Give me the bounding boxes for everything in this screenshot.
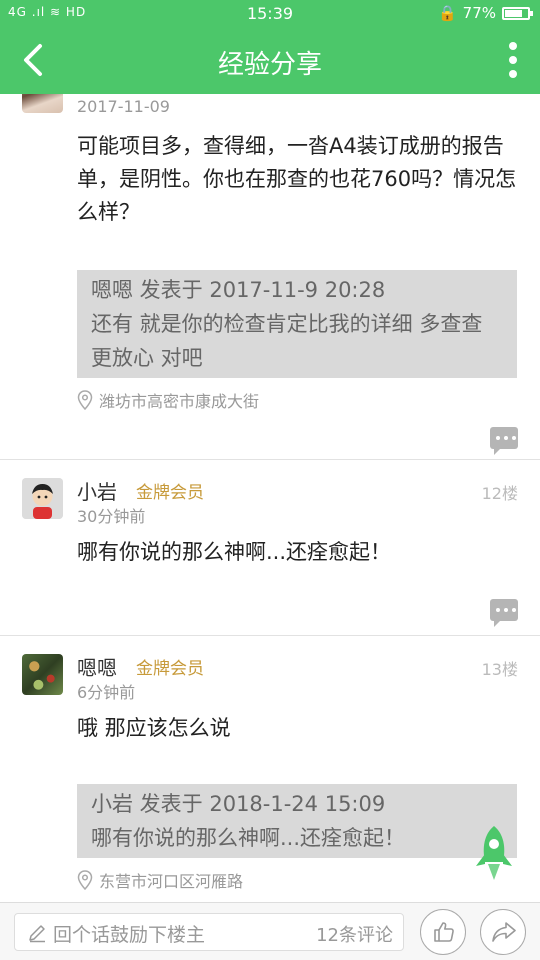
quote-header: 嗯嗯 发表于 2017-11-9 20:28: [91, 278, 386, 302]
quoted-reply: 嗯嗯 发表于 2017-11-9 20:28 还有 就是你的检查肯定比我的详细 …: [77, 270, 517, 378]
status-right: 🔒 77%: [437, 4, 533, 22]
member-badge: 金牌会员: [136, 483, 204, 503]
comment-text: 哪有你说的那么神啊...还痊愈起！: [77, 540, 392, 564]
commenter-name[interactable]: 嗯嗯: [77, 652, 117, 681]
status-bar: 4G .ıl ≋ HD 15:39 🔒 77%: [0, 0, 540, 28]
avatar[interactable]: [22, 654, 63, 695]
quote-text: 哪有你说的那么神啊...还痊愈起！: [91, 826, 406, 850]
pencil-icon: [29, 925, 45, 943]
quote-text: 还有 就是你的检查肯定比我的详细 多查查更放心 对吧: [91, 312, 483, 370]
comment-time: 2017-11-09: [77, 97, 170, 116]
reply-comment-icon[interactable]: [490, 599, 518, 627]
location-text: 东营市河口区河雁路: [99, 872, 244, 891]
thumbs-up-icon: [434, 922, 454, 942]
location-pin-icon: [77, 870, 93, 890]
avatar[interactable]: [22, 478, 63, 519]
comment-text: 哦 那应该怎么说: [77, 716, 231, 740]
quoted-reply: 小岩 发表于 2018-1-24 15:09 哪有你说的那么神啊...还痊愈起！: [77, 784, 517, 858]
avatar[interactable]: [22, 94, 63, 113]
nav-bar: 经验分享: [0, 28, 540, 94]
like-button[interactable]: [420, 909, 466, 955]
divider: [0, 459, 540, 460]
floor-number: 13楼: [481, 660, 518, 679]
battery-fill: [505, 9, 522, 17]
comment-text: 可能项目多，查得细，一沓A4装订成册的报告单，是阴性。你也在那查的也花760吗？…: [77, 134, 517, 224]
bottom-bar: 回个话鼓励下楼主 12条评论: [0, 902, 540, 960]
battery-percent: 77%: [462, 4, 496, 22]
comment-input[interactable]: 回个话鼓励下楼主 12条评论: [14, 913, 404, 951]
location-text: 潍坊市高密市康成大街: [99, 392, 260, 411]
share-button[interactable]: [480, 909, 526, 955]
lock-icon: 🔒: [437, 4, 457, 22]
comment-input-placeholder: 回个话鼓励下楼主: [53, 924, 206, 946]
more-options-icon[interactable]: [506, 42, 520, 82]
location-pin-icon: [77, 390, 93, 410]
comment-time: 6分钟前: [77, 683, 136, 702]
page-title: 经验分享: [217, 50, 322, 80]
comment-list[interactable]: 2017-11-09 可能项目多，查得细，一沓A4装订成册的报告单，是阴性。你也…: [0, 94, 540, 902]
comment-time: 30分钟前: [77, 507, 146, 526]
quote-header: 小岩 发表于 2018-1-24 15:09: [91, 792, 386, 816]
comment-count[interactable]: 12条评论: [316, 921, 393, 947]
floor-number: 12楼: [481, 484, 518, 503]
divider: [0, 635, 540, 636]
back-to-top-rocket-icon[interactable]: [470, 824, 518, 884]
share-icon: [492, 922, 516, 942]
member-badge: 金牌会员: [136, 659, 204, 679]
reply-comment-icon[interactable]: [490, 427, 518, 455]
location: 潍坊市高密市康成大街: [77, 388, 259, 412]
location: 东营市河口区河雁路: [77, 868, 243, 892]
commenter-name[interactable]: 小岩: [77, 476, 117, 505]
battery-icon: [502, 6, 533, 20]
